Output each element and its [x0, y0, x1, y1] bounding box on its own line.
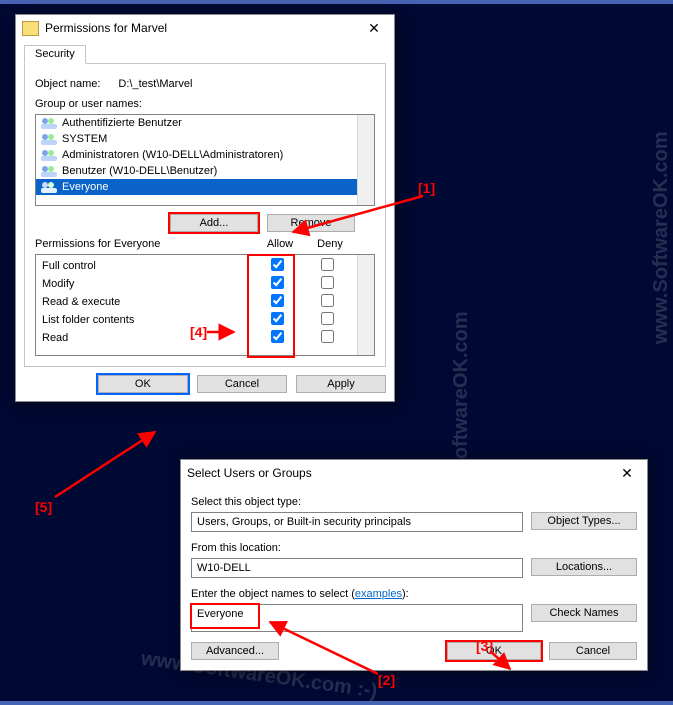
group-listbox[interactable]: Authentifizierte Benutzer SYSTEM Adminis… — [35, 114, 375, 206]
allow-column-header: Allow — [255, 238, 305, 250]
scrollbar[interactable] — [357, 115, 374, 205]
remove-button[interactable]: Remove — [267, 214, 355, 232]
annotation-label: [5] — [35, 499, 52, 515]
folder-icon — [22, 21, 39, 36]
permissions-header: Permissions for Everyone — [35, 238, 255, 250]
list-item[interactable]: Benutzer (W10-DELL\Benutzer) — [36, 163, 358, 179]
tab-security[interactable]: Security — [24, 45, 86, 64]
cancel-button[interactable]: Cancel — [549, 642, 637, 660]
titlebar[interactable]: Permissions for Marvel ✕ — [16, 15, 394, 41]
advanced-button[interactable]: Advanced... — [191, 642, 279, 660]
watermark: www.SoftwareOK.com :-) — [650, 131, 673, 344]
select-users-window: Select Users or Groups ✕ Select this obj… — [180, 459, 648, 671]
window-title: Permissions for Marvel — [45, 21, 354, 35]
list-item[interactable]: SYSTEM — [36, 131, 358, 147]
object-names-label: Enter the object names to select (exampl… — [191, 588, 637, 600]
annotation-label: [3] — [476, 638, 493, 654]
deny-checkbox[interactable] — [321, 258, 334, 271]
perm-row: Modify — [36, 275, 358, 293]
window-title: Select Users or Groups — [187, 466, 607, 480]
object-types-button[interactable]: Object Types... — [531, 512, 637, 530]
users-icon — [40, 164, 58, 178]
ok-button[interactable]: OK — [447, 642, 541, 660]
close-button[interactable]: ✕ — [354, 15, 394, 41]
object-name-label: Object name: — [35, 78, 100, 90]
users-icon — [40, 148, 58, 162]
permissions-grid: Full control Modify Read & execute — [35, 254, 375, 356]
check-names-button[interactable]: Check Names — [531, 604, 637, 622]
list-item[interactable]: Authentifizierte Benutzer — [36, 115, 358, 131]
ok-button[interactable]: OK — [98, 375, 188, 393]
annotation-label: [1] — [418, 180, 435, 196]
object-type-label: Select this object type: — [191, 496, 637, 508]
annotation-box — [190, 603, 260, 629]
deny-checkbox[interactable] — [321, 294, 334, 307]
location-field: W10-DELL — [191, 558, 523, 578]
object-path: D:\_test\Marvel — [118, 78, 192, 90]
apply-button[interactable]: Apply — [296, 375, 386, 393]
titlebar[interactable]: Select Users or Groups ✕ — [181, 460, 647, 486]
users-icon — [40, 132, 58, 146]
cancel-button[interactable]: Cancel — [197, 375, 287, 393]
locations-button[interactable]: Locations... — [531, 558, 637, 576]
annotation-label: [2] — [378, 672, 395, 688]
users-icon — [40, 116, 58, 130]
add-button[interactable]: Add... — [170, 214, 258, 232]
examples-link[interactable]: examples — [355, 588, 402, 600]
location-label: From this location: — [191, 542, 637, 554]
permissions-window: Permissions for Marvel ✕ Security Object… — [15, 14, 395, 402]
list-item[interactable]: Everyone — [36, 179, 358, 195]
list-item[interactable]: Administratoren (W10-DELL\Administratore… — [36, 147, 358, 163]
object-type-field: Users, Groups, or Built-in security prin… — [191, 512, 523, 532]
annotation-box — [247, 254, 295, 358]
close-button[interactable]: ✕ — [607, 460, 647, 486]
deny-checkbox[interactable] — [321, 276, 334, 289]
perm-row: Read & execute — [36, 293, 358, 311]
deny-checkbox[interactable] — [321, 330, 334, 343]
annotation-label: [4] — [190, 324, 207, 340]
users-icon — [40, 180, 58, 194]
perm-row: Full control — [36, 257, 358, 275]
deny-column-header: Deny — [305, 238, 355, 250]
group-list-label: Group or user names: — [35, 98, 375, 110]
scrollbar[interactable] — [357, 255, 374, 355]
deny-checkbox[interactable] — [321, 312, 334, 325]
